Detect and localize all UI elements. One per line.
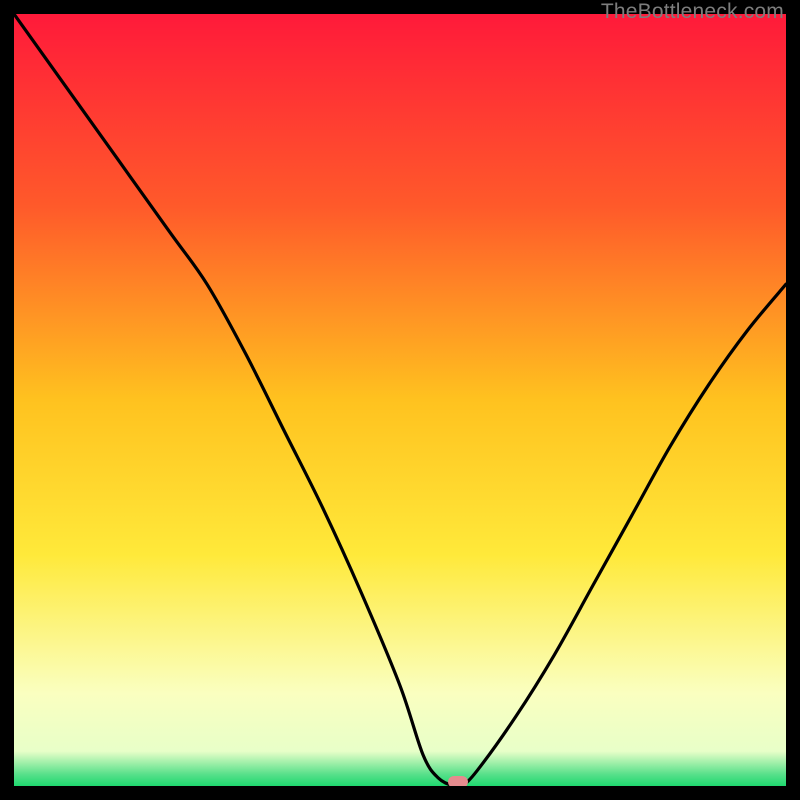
plot-area — [14, 14, 786, 786]
bottleneck-curve — [14, 14, 786, 786]
minimum-marker — [448, 776, 468, 786]
watermark-text: TheBottleneck.com — [601, 0, 784, 24]
